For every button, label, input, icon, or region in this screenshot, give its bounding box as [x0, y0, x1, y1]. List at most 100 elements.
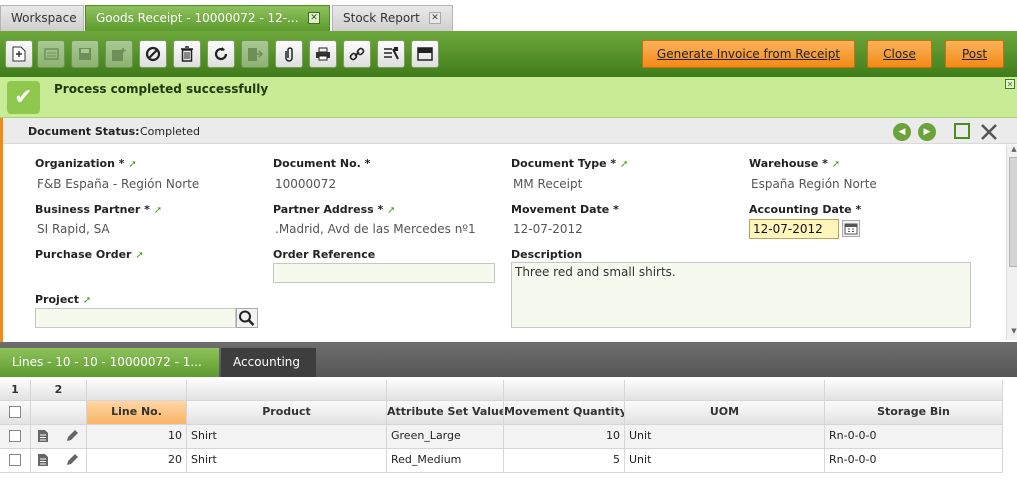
window-tab-bar: Workspace Goods Receipt - 10000072 - 12-…: [0, 0, 1017, 31]
cell-storage-bin[interactable]: Rn-0-0-0: [825, 449, 1003, 473]
next-record-icon[interactable]: ▶: [918, 123, 936, 141]
group-header-empty: [825, 380, 1003, 401]
cell-attribute-set-value[interactable]: Red_Medium: [387, 449, 504, 473]
new-document-icon[interactable]: [5, 40, 33, 68]
toggle-grid-icon[interactable]: [411, 40, 439, 68]
close-icon[interactable]: ✕: [308, 12, 320, 24]
calendar-icon[interactable]: [842, 220, 860, 237]
document-icon[interactable]: [37, 425, 49, 448]
partner-address-value: .Madrid, Avd de las Mercedes nº1: [275, 222, 476, 236]
label-text: Organization *: [35, 157, 125, 170]
business-partner-label: Business Partner * ➚: [35, 203, 162, 216]
link-arrow-icon[interactable]: ➚: [154, 205, 162, 216]
project-label: Project ➚: [35, 293, 91, 306]
undo-icon[interactable]: [139, 40, 167, 68]
link-arrow-icon[interactable]: ➚: [620, 159, 628, 170]
previous-record-icon[interactable]: ◀: [893, 123, 911, 141]
cell-storage-bin[interactable]: Rn-0-0-0: [825, 425, 1003, 449]
delete-icon[interactable]: [173, 40, 201, 68]
status-label: Document Status:: [28, 125, 140, 138]
message-text: Process completed successfully: [54, 82, 269, 96]
scroll-up-icon[interactable]: ▲: [1007, 145, 1017, 153]
generate-invoice-button[interactable]: Generate Invoice from Receipt: [642, 40, 855, 68]
accounting-date-input[interactable]: 12-07-2012: [749, 219, 839, 239]
export-icon[interactable]: [241, 40, 269, 68]
tab-goods-receipt[interactable]: Goods Receipt - 10000072 - 12-... ✕: [85, 5, 330, 31]
save-close-icon[interactable]: [37, 40, 65, 68]
col-header-line-no[interactable]: Line No.: [87, 401, 187, 425]
order-reference-label: Order Reference: [273, 248, 376, 261]
close-form-icon[interactable]: [980, 123, 997, 140]
success-message: ✔ Process completed successfully ✕: [0, 77, 1017, 118]
link-arrow-icon[interactable]: ➚: [135, 250, 143, 261]
col-header-uom[interactable]: UOM: [625, 401, 825, 425]
search-icon[interactable]: [236, 308, 258, 328]
link-arrow-icon[interactable]: ➚: [128, 159, 136, 170]
print-icon[interactable]: [309, 40, 337, 68]
edit-pencil-icon[interactable]: [65, 425, 79, 448]
cell-uom[interactable]: Unit: [625, 425, 825, 449]
toolbar: Generate Invoice from Receipt Close Post: [0, 31, 1017, 77]
col-header-attribute-set-value[interactable]: Attribute Set Value: [387, 401, 504, 425]
document-type-value: MM Receipt: [513, 177, 583, 191]
tree-icon[interactable]: [377, 40, 405, 68]
tab-workspace[interactable]: Workspace: [0, 5, 84, 31]
cell-movement-quantity[interactable]: 5: [504, 449, 625, 473]
col-header-movement-quantity[interactable]: Movement Quantity: [504, 401, 625, 425]
link-icon[interactable]: [343, 40, 371, 68]
maximize-icon[interactable]: [953, 123, 970, 140]
cell-product[interactable]: Shirt: [187, 449, 387, 473]
actions-header: [31, 401, 87, 425]
table-row-select: [0, 425, 31, 449]
group-header-empty: [387, 380, 504, 401]
save-new-icon[interactable]: [105, 40, 133, 68]
document-type-label: Document Type * ➚: [511, 157, 628, 170]
scroll-down-icon[interactable]: ▼: [1007, 327, 1017, 335]
select-all-checkbox[interactable]: [9, 406, 21, 418]
save-icon[interactable]: [71, 40, 99, 68]
row-checkbox[interactable]: [9, 454, 21, 466]
label-text: Warehouse *: [749, 157, 828, 170]
attachment-icon[interactable]: [275, 40, 303, 68]
link-arrow-icon[interactable]: ➚: [832, 159, 840, 170]
cell-movement-quantity[interactable]: 10: [504, 425, 625, 449]
link-arrow-icon[interactable]: ➚: [83, 295, 91, 306]
status-value: Completed: [140, 125, 200, 138]
order-reference-input[interactable]: [273, 263, 495, 283]
purchase-order-label: Purchase Order ➚: [35, 248, 144, 261]
lines-grid: 1 2 Line No. Product Attribute Set Value…: [0, 377, 1017, 483]
row-checkbox[interactable]: [9, 430, 21, 442]
tab-stock-report[interactable]: Stock Report ✕: [332, 5, 453, 31]
checkmark-icon: ✔: [7, 81, 40, 114]
project-input[interactable]: [35, 308, 236, 328]
group-header-empty: [187, 380, 387, 401]
group-header-1[interactable]: 1: [0, 380, 31, 401]
scroll-thumb[interactable]: [1009, 157, 1017, 267]
description-textarea[interactable]: Three red and small shirts.: [511, 262, 971, 328]
close-button[interactable]: Close: [867, 40, 932, 68]
organization-label: Organization * ➚: [35, 157, 137, 170]
document-icon[interactable]: [37, 449, 49, 472]
refresh-icon[interactable]: [207, 40, 235, 68]
link-arrow-icon[interactable]: ➚: [387, 205, 395, 216]
form-scrollbar[interactable]: ▲ ▼: [1006, 145, 1017, 340]
cell-line-no[interactable]: 20: [87, 449, 187, 473]
group-header-2[interactable]: 2: [31, 380, 87, 401]
accounting-date-label: Accounting Date *: [749, 203, 862, 216]
close-icon[interactable]: ✕: [429, 12, 441, 24]
cell-product[interactable]: Shirt: [187, 425, 387, 449]
post-button[interactable]: Post: [945, 40, 1004, 68]
cell-uom[interactable]: Unit: [625, 449, 825, 473]
close-icon[interactable]: ✕: [1005, 79, 1015, 89]
tab-accounting[interactable]: Accounting: [221, 348, 316, 377]
tab-label: Stock Report: [343, 11, 420, 25]
col-header-product[interactable]: Product: [187, 401, 387, 425]
cell-attribute-set-value[interactable]: Green_Large: [387, 425, 504, 449]
cell-line-no[interactable]: 10: [87, 425, 187, 449]
edit-pencil-icon[interactable]: [65, 449, 79, 472]
label-text: Purchase Order: [35, 248, 132, 261]
tab-label: Workspace: [11, 11, 77, 25]
col-header-storage-bin[interactable]: Storage Bin: [825, 401, 1003, 425]
label-text: Business Partner *: [35, 203, 150, 216]
tab-lines[interactable]: Lines - 10 - 10 - 10000072 - 1...: [0, 348, 219, 377]
